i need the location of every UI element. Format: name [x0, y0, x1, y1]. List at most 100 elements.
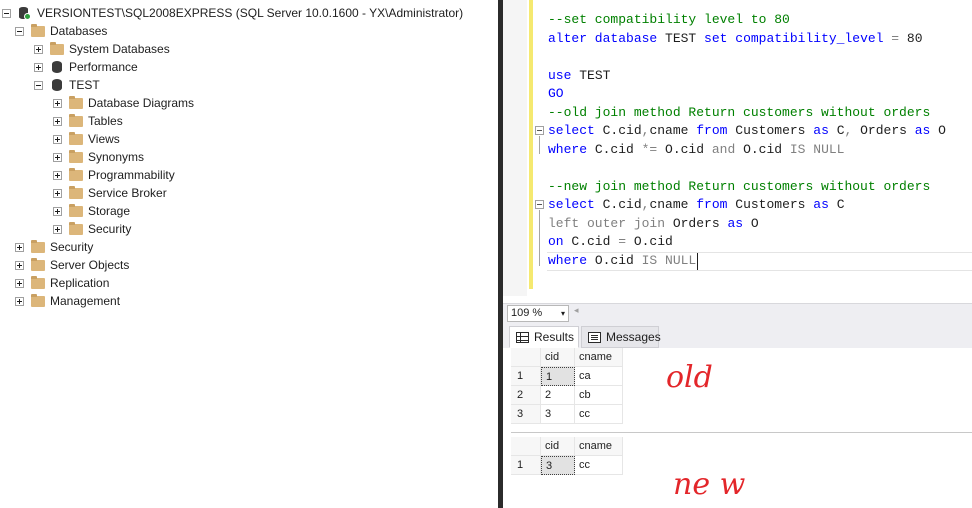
- server-icon: [18, 7, 32, 20]
- code-token: --new join method Return customers witho…: [548, 178, 931, 194]
- code-token: C.cid: [602, 197, 642, 212]
- tree-node-replication[interactable]: Replication: [15, 274, 109, 292]
- row-number[interactable]: 1: [511, 367, 541, 386]
- code-token: --set compatibility level to 80: [548, 12, 790, 27]
- query-editor[interactable]: --set compatibility level to 80 alter dat…: [503, 0, 972, 296]
- tree-node-label: Security: [88, 222, 132, 236]
- expand-icon[interactable]: [15, 296, 24, 306]
- expand-icon[interactable]: [15, 242, 24, 252]
- expand-icon[interactable]: [53, 170, 62, 180]
- folder-icon: [69, 204, 83, 217]
- folder-icon: [69, 114, 83, 127]
- code-line[interactable]: where C.cid *= O.cid and O.cid IS NULL: [548, 141, 844, 159]
- code-token: as: [813, 197, 837, 212]
- tree-node-tables[interactable]: Tables: [53, 112, 123, 130]
- tree-node-security[interactable]: Security: [15, 238, 93, 256]
- tab-results[interactable]: Results: [509, 326, 579, 348]
- tree-node-performance[interactable]: Performance: [34, 58, 138, 76]
- expand-icon[interactable]: [53, 152, 62, 162]
- tree-node-label: Programmability: [88, 168, 175, 182]
- code-line[interactable]: left outer join Orders as O: [548, 215, 759, 233]
- tree-node-test-security[interactable]: Security: [53, 220, 131, 238]
- expand-icon[interactable]: [53, 98, 62, 108]
- code-line[interactable]: select C.cid,cname from Customers as C: [548, 196, 845, 214]
- expand-icon[interactable]: [15, 260, 24, 270]
- handwritten-annotation-old: old: [666, 360, 713, 395]
- code-line[interactable]: use TEST: [548, 67, 610, 85]
- table-row[interactable]: 2 2 cb: [511, 386, 623, 405]
- collapse-icon[interactable]: [15, 26, 24, 36]
- folder-icon: [69, 132, 83, 145]
- row-number[interactable]: 1: [511, 456, 541, 475]
- code-token: O.cid: [594, 252, 642, 268]
- collapse-region-icon[interactable]: [535, 200, 544, 209]
- code-line[interactable]: GO: [548, 85, 564, 103]
- row-number[interactable]: 2: [511, 386, 541, 405]
- results-tab-strip: Results Messages: [503, 322, 972, 348]
- expand-icon[interactable]: [53, 188, 62, 198]
- grid-corner[interactable]: [511, 437, 541, 456]
- cell-cid[interactable]: 2: [541, 386, 575, 405]
- expand-icon[interactable]: [34, 44, 43, 54]
- cell-cid[interactable]: 3: [541, 456, 575, 475]
- change-tracking-bar: [529, 0, 533, 289]
- grid-column-header[interactable]: cid: [541, 348, 575, 367]
- grid-corner[interactable]: [511, 348, 541, 367]
- code-line[interactable]: where O.cid IS NULL: [548, 252, 696, 270]
- expand-icon[interactable]: [15, 278, 24, 288]
- cell-cid[interactable]: 3: [541, 405, 575, 424]
- code-line[interactable]: select C.cid,cname from Customers as C, …: [548, 122, 946, 140]
- tree-node-server-objects[interactable]: Server Objects: [15, 256, 129, 274]
- collapse-region-icon[interactable]: [535, 126, 544, 135]
- zoom-level: 109 %: [511, 307, 543, 319]
- code-token: Customers: [735, 123, 814, 138]
- cell-cname[interactable]: cc: [575, 405, 623, 424]
- cell-cid[interactable]: 1: [541, 367, 575, 386]
- code-token: as: [914, 123, 939, 138]
- zoom-dropdown[interactable]: 109 % ▾: [507, 305, 569, 322]
- tree-node-synonyms[interactable]: Synonyms: [53, 148, 144, 166]
- code-token: Customers: [735, 197, 814, 212]
- expand-icon[interactable]: [34, 62, 43, 72]
- tree-node-programmability[interactable]: Programmability: [53, 166, 175, 184]
- tab-messages[interactable]: Messages: [581, 326, 661, 348]
- tree-node-server[interactable]: VERSIONTEST\SQL2008EXPRESS (SQL Server 1…: [2, 4, 463, 22]
- code-line[interactable]: --new join method Return customers witho…: [548, 178, 930, 196]
- row-number[interactable]: 3: [511, 405, 541, 424]
- tree-node-views[interactable]: Views: [53, 130, 120, 148]
- cell-cname[interactable]: ca: [575, 367, 623, 386]
- tree-node-test[interactable]: TEST: [34, 76, 100, 94]
- code-line[interactable]: on C.cid = O.cid: [548, 233, 673, 251]
- code-line[interactable]: --set compatibility level to 80: [548, 11, 790, 29]
- cell-cname[interactable]: cb: [575, 386, 623, 405]
- grid-column-header[interactable]: cid: [541, 437, 575, 456]
- table-row[interactable]: 1 1 ca: [511, 367, 623, 386]
- expand-icon[interactable]: [53, 224, 62, 234]
- table-row[interactable]: 3 3 cc: [511, 405, 623, 424]
- tree-node-service-broker[interactable]: Service Broker: [53, 184, 167, 202]
- collapse-icon[interactable]: [2, 8, 11, 18]
- folder-icon: [31, 258, 45, 271]
- grid-column-header[interactable]: cname: [575, 437, 623, 456]
- code-token: Orders: [860, 123, 915, 138]
- table-row[interactable]: 1 3 cc: [511, 456, 623, 475]
- tree-node-databases[interactable]: Databases: [15, 22, 107, 40]
- grid-icon: [516, 331, 529, 343]
- collapse-icon[interactable]: [34, 80, 43, 90]
- expand-icon[interactable]: [53, 206, 62, 216]
- tree-node-storage[interactable]: Storage: [53, 202, 130, 220]
- scroll-left-icon[interactable]: ◂: [574, 305, 579, 316]
- chevron-down-icon[interactable]: ▾: [561, 306, 565, 321]
- expand-icon[interactable]: [53, 116, 62, 126]
- expand-icon[interactable]: [53, 134, 62, 144]
- grid-column-header[interactable]: cname: [575, 348, 623, 367]
- code-token: C: [836, 123, 845, 138]
- code-line[interactable]: --old join method Return customers witho…: [548, 104, 930, 122]
- tree-node-management[interactable]: Management: [15, 292, 120, 310]
- code-line[interactable]: alter database TEST set compatibility_le…: [548, 30, 923, 48]
- code-token: 80: [906, 30, 923, 46]
- cell-cname[interactable]: cc: [575, 456, 623, 475]
- tree-node-system-databases[interactable]: System Databases: [34, 40, 170, 58]
- tree-node-database-diagrams[interactable]: Database Diagrams: [53, 94, 194, 112]
- code-token: --old join method Return customers witho…: [548, 104, 931, 120]
